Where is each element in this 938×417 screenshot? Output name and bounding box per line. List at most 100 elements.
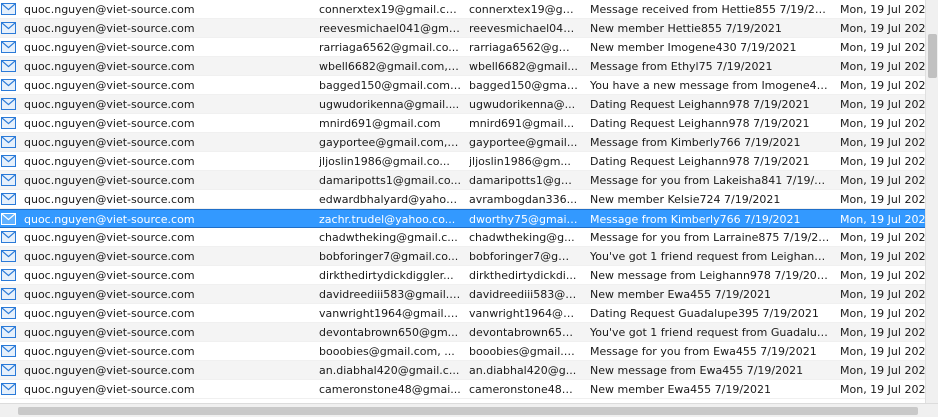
subject-cell: New member Ewa455 7/19/2021 <box>590 383 772 396</box>
to-cell: vanwright1964@g... <box>469 307 579 320</box>
from-cell: mnird691@gmail.com <box>319 117 441 130</box>
envelope-icon <box>0 342 20 361</box>
message-row[interactable]: quoc.nguyen@viet-source.com booobies@gmai… <box>0 342 925 361</box>
account-cell: quoc.nguyen@viet-source.com <box>24 79 195 92</box>
date-cell: Mon, 19 Jul 2021 1 <box>840 250 925 263</box>
message-row[interactable]: quoc.nguyen@viet-source.com damaripotts1@… <box>0 171 925 190</box>
to-cell: booobies@gmail.c... <box>469 345 579 358</box>
date-cell: Mon, 19 Jul 2021 1 <box>840 174 925 187</box>
message-row[interactable]: quoc.nguyen@viet-source.com zachr.trudel@… <box>0 209 925 228</box>
to-cell: wbell6682@gmail... <box>469 60 578 73</box>
account-cell: quoc.nguyen@viet-source.com <box>24 193 195 206</box>
date-cell: Mon, 19 Jul 2021 1 <box>840 269 925 282</box>
date-cell: Mon, 19 Jul 2021 1 <box>840 22 925 35</box>
subject-cell: Message for you from Ewa455 7/19/2021 <box>590 345 817 358</box>
date-cell: Mon, 19 Jul 2021 1 <box>840 326 925 339</box>
from-cell: gayportee@gmail.com, ... <box>319 136 461 149</box>
account-cell: quoc.nguyen@viet-source.com <box>24 41 195 54</box>
subject-cell: You have a new message from Imogene430..… <box>590 79 830 92</box>
from-cell: cameronstone48@gmai... <box>319 383 461 396</box>
account-cell: quoc.nguyen@viet-source.com <box>24 174 195 187</box>
to-cell: avrambogdan336... <box>469 193 578 206</box>
to-cell: chadwtheking@g... <box>469 231 575 244</box>
account-cell: quoc.nguyen@viet-source.com <box>24 307 195 320</box>
from-cell: dirkthedirtydickdiggler... <box>319 269 454 282</box>
message-row[interactable]: quoc.nguyen@viet-source.com reevesmichael… <box>0 19 925 38</box>
message-row[interactable]: quoc.nguyen@viet-source.com bagged150@gma… <box>0 76 925 95</box>
subject-cell: Message from Kimberly766 7/19/2021 <box>590 136 801 149</box>
message-row[interactable]: quoc.nguyen@viet-source.com davidreediii5… <box>0 285 925 304</box>
message-row[interactable]: quoc.nguyen@viet-source.com ugwudorikenna… <box>0 95 925 114</box>
date-cell: Mon, 19 Jul 2021 1 <box>840 3 925 16</box>
envelope-icon <box>0 114 20 133</box>
from-cell: bagged150@gmail.com,... <box>319 79 461 92</box>
message-row[interactable]: quoc.nguyen@viet-source.com rarriaga6562@… <box>0 38 925 57</box>
to-cell: dirkthedirtydickdi... <box>469 269 577 282</box>
from-cell: damaripotts1@gmail.co... <box>319 174 461 187</box>
subject-cell: Message received from Hettie855 7/19/202… <box>590 3 830 16</box>
account-cell: quoc.nguyen@viet-source.com <box>24 155 195 168</box>
message-row[interactable]: quoc.nguyen@viet-source.com wbell6682@gma… <box>0 57 925 76</box>
from-cell: booobies@gmail.com, ... <box>319 345 455 358</box>
to-cell: cameronstone48@... <box>469 383 579 396</box>
message-row[interactable]: quoc.nguyen@viet-source.com cameronstone4… <box>0 380 925 399</box>
message-row[interactable]: quoc.nguyen@viet-source.com chadwtheking@… <box>0 228 925 247</box>
envelope-icon <box>0 323 20 342</box>
message-row[interactable]: quoc.nguyen@viet-source.com gayportee@gma… <box>0 133 925 152</box>
from-cell: an.diabhal420@gmail.c... <box>319 364 460 377</box>
date-cell: Mon, 19 Jul 2021 1 <box>840 213 925 226</box>
to-cell: rarriaga6562@gm... <box>469 41 579 54</box>
date-cell: Mon, 19 Jul 2021 1 <box>840 60 925 73</box>
horizontal-scrollbar[interactable] <box>0 403 938 417</box>
account-cell: quoc.nguyen@viet-source.com <box>24 288 195 301</box>
to-cell: mnird691@gmail... <box>469 117 575 130</box>
date-cell: Mon, 19 Jul 2021 1 <box>840 193 925 206</box>
envelope-icon <box>0 152 20 171</box>
subject-cell: You've got 1 friend request from Leighan… <box>590 250 830 263</box>
message-row[interactable]: quoc.nguyen@viet-source.com an.diabhal420… <box>0 361 925 380</box>
message-row[interactable]: quoc.nguyen@viet-source.com vanwright1964… <box>0 304 925 323</box>
from-cell: bobforinger7@gmail.co... <box>319 250 459 263</box>
vertical-scrollbar[interactable] <box>925 0 938 403</box>
to-cell: connerxtex19@gm... <box>469 3 579 16</box>
message-row[interactable]: quoc.nguyen@viet-source.com edwardbhalyar… <box>0 190 925 209</box>
date-cell: Mon, 19 Jul 2021 1 <box>840 345 925 358</box>
subject-cell: Dating Request Guadalupe395 7/19/2021 <box>590 307 819 320</box>
date-cell: Mon, 19 Jul 2021 1 <box>840 307 925 320</box>
account-cell: quoc.nguyen@viet-source.com <box>24 213 195 226</box>
account-cell: quoc.nguyen@viet-source.com <box>24 326 195 339</box>
from-cell: vanwright1964@gmail.c... <box>319 307 461 320</box>
envelope-icon <box>0 304 20 323</box>
message-row[interactable]: quoc.nguyen@viet-source.com devontabrown6… <box>0 323 925 342</box>
from-cell: jljoslin1986@gmail.co... <box>319 155 450 168</box>
envelope-icon <box>0 19 20 38</box>
horizontal-scrollbar-thumb[interactable] <box>18 407 918 415</box>
subject-cell: Message from Ethyl75 7/19/2021 <box>590 60 773 73</box>
to-cell: davidreediii583@g... <box>469 288 579 301</box>
subject-cell: You've got 1 friend request from Guadalu… <box>590 326 830 339</box>
envelope-icon <box>0 133 20 152</box>
date-cell: Mon, 19 Jul 2021 1 <box>840 117 925 130</box>
message-row[interactable]: quoc.nguyen@viet-source.com bobforinger7@… <box>0 247 925 266</box>
envelope-icon <box>0 380 20 399</box>
date-cell: Mon, 19 Jul 2021 1 <box>840 288 925 301</box>
vertical-scrollbar-thumb[interactable] <box>928 34 937 78</box>
subject-cell: New member Kelsie724 7/19/2021 <box>590 193 781 206</box>
message-row[interactable]: quoc.nguyen@viet-source.com connerxtex19@… <box>0 0 925 19</box>
envelope-icon <box>0 95 20 114</box>
subject-cell: Dating Request Leighann978 7/19/2021 <box>590 117 810 130</box>
envelope-icon <box>0 0 20 19</box>
date-cell: Mon, 19 Jul 2021 1 <box>840 231 925 244</box>
message-list[interactable]: quoc.nguyen@viet-source.com connerxtex19@… <box>0 0 925 403</box>
subject-cell: New member Ewa455 7/19/2021 <box>590 288 772 301</box>
from-cell: connerxtex19@gmail.com <box>319 3 461 16</box>
account-cell: quoc.nguyen@viet-source.com <box>24 364 195 377</box>
envelope-icon <box>0 210 20 229</box>
from-cell: zachr.trudel@yahoo.co... <box>319 213 456 226</box>
message-row[interactable]: quoc.nguyen@viet-source.com mnird691@gmai… <box>0 114 925 133</box>
envelope-icon <box>0 285 20 304</box>
message-row[interactable]: quoc.nguyen@viet-source.com jljoslin1986@… <box>0 152 925 171</box>
date-cell: Mon, 19 Jul 2021 1 <box>840 41 925 54</box>
subject-cell: New member Imogene430 7/19/2021 <box>590 41 797 54</box>
message-row[interactable]: quoc.nguyen@viet-source.com dirkthedirtyd… <box>0 266 925 285</box>
